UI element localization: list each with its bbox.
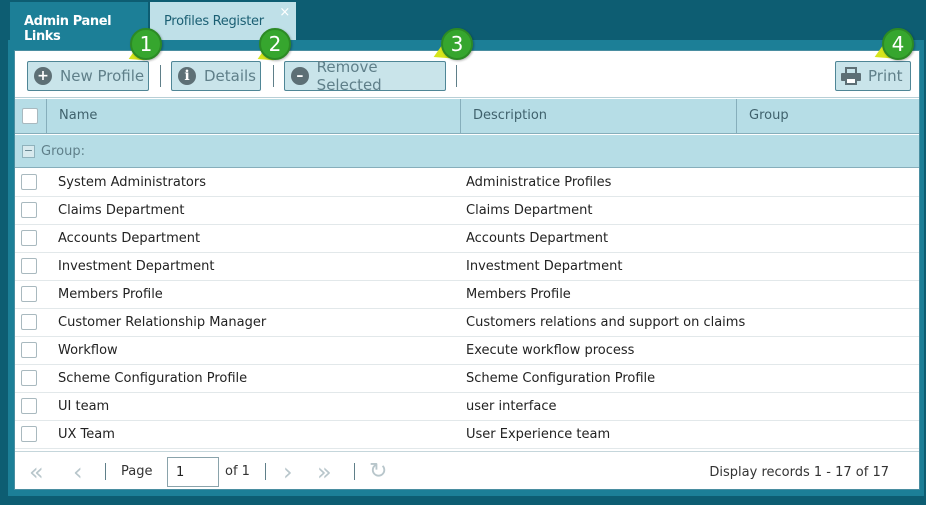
row-checkbox[interactable] <box>21 370 37 386</box>
table-row[interactable]: Scheme Configuration Profile Scheme Confi… <box>15 365 919 393</box>
cell-description: User Experience team <box>466 427 611 442</box>
group-row: − Group: <box>15 135 919 168</box>
close-icon[interactable]: × <box>279 5 290 20</box>
pager: « ‹ Page of 1 › » ↻ Display records 1 - … <box>15 451 919 489</box>
table-row[interactable]: Claims Department Claims Department <box>15 197 919 225</box>
last-page-icon[interactable]: » <box>317 458 332 486</box>
cell-name: Members Profile <box>58 287 163 302</box>
callout-3: 3 <box>430 28 485 72</box>
table-row[interactable]: UX Team User Experience team <box>15 421 919 449</box>
cell-name: UI team <box>58 399 110 414</box>
info-circle-icon: i <box>178 67 196 85</box>
page-label: Page <box>121 464 153 479</box>
table-row[interactable]: Investment Department Investment Departme… <box>15 253 919 281</box>
printer-icon <box>840 66 862 86</box>
cell-name: Claims Department <box>58 203 185 218</box>
column-header-group[interactable]: Group <box>736 99 919 134</box>
table-row[interactable]: UI team user interface <box>15 393 919 421</box>
cell-name: System Administrators <box>58 175 207 190</box>
cell-name: Investment Department <box>58 259 215 274</box>
cell-name: Scheme Configuration Profile <box>58 371 248 386</box>
callout-4: 4 <box>871 28 922 72</box>
table-row[interactable]: System Administrators Administratice Prof… <box>15 169 919 197</box>
prev-page-icon[interactable]: ‹ <box>73 458 83 486</box>
table-row[interactable]: Workflow Execute workflow process <box>15 337 919 365</box>
collapse-icon[interactable]: − <box>22 145 35 158</box>
button-label: Remove Selected <box>316 58 382 94</box>
callout-1: 1 <box>125 28 174 72</box>
cell-description: Customers relations and support on claim… <box>466 315 746 330</box>
pager-divider <box>354 463 355 480</box>
tab-admin-panel-links[interactable]: Admin Panel Links <box>10 2 148 44</box>
callout-number: 4 <box>882 28 914 60</box>
row-checkbox[interactable] <box>21 202 37 218</box>
page-count-label: of 1 <box>225 464 250 479</box>
cell-name: Customer Relationship Manager <box>58 315 267 330</box>
cell-name: Workflow <box>58 343 118 358</box>
select-all-checkbox[interactable] <box>22 108 38 124</box>
table-row[interactable]: Accounts Department Accounts Department <box>15 225 919 253</box>
row-checkbox[interactable] <box>21 258 37 274</box>
page-number-input[interactable] <box>167 457 219 487</box>
remove-selected-button[interactable]: – Remove Selected <box>284 58 446 94</box>
pager-divider <box>105 463 106 480</box>
next-page-icon[interactable]: › <box>283 458 293 486</box>
pager-divider <box>265 463 266 480</box>
refresh-icon[interactable]: ↻ <box>369 459 387 484</box>
button-label: Details <box>204 67 257 85</box>
table-row[interactable]: Members Profile Members Profile <box>15 281 919 309</box>
row-checkbox[interactable] <box>21 398 37 414</box>
cell-name: Accounts Department <box>58 231 201 246</box>
first-page-icon[interactable]: « <box>29 458 44 486</box>
row-checkbox[interactable] <box>21 230 37 246</box>
select-all-cell <box>15 99 46 134</box>
cell-description: Execute workflow process <box>466 343 635 358</box>
cell-name: UX Team <box>58 427 115 442</box>
table-row[interactable]: Customer Relationship Manager Customers r… <box>15 309 919 337</box>
cell-description: Investment Department <box>466 259 623 274</box>
callout-number: 3 <box>441 28 473 60</box>
row-checkbox[interactable] <box>21 286 37 302</box>
cell-description: Administratice Profiles <box>466 175 612 190</box>
table-header: Name Description Group <box>15 99 919 134</box>
row-checkbox[interactable] <box>21 314 37 330</box>
column-header-name[interactable]: Name <box>46 99 460 134</box>
callout-number: 1 <box>130 28 162 60</box>
row-checkbox[interactable] <box>21 426 37 442</box>
cell-description: user interface <box>466 399 557 414</box>
profiles-panel: + New Profile i Details – Remove Selecte… <box>8 40 924 496</box>
callout-number: 2 <box>259 28 291 60</box>
row-checkbox[interactable] <box>21 342 37 358</box>
cell-description: Claims Department <box>466 203 593 218</box>
callout-2: 2 <box>254 28 303 72</box>
cell-description: Scheme Configuration Profile <box>466 371 656 386</box>
details-button[interactable]: i Details <box>171 61 261 91</box>
row-checkbox[interactable] <box>21 174 37 190</box>
tab-label: Profiles Register <box>164 14 264 29</box>
cell-description: Members Profile <box>466 287 571 302</box>
grid: + New Profile i Details – Remove Selecte… <box>14 50 920 490</box>
records-info: Display records 1 - 17 of 17 <box>709 465 889 480</box>
table-body: System Administrators Administratice Prof… <box>15 169 919 449</box>
cell-description: Accounts Department <box>466 231 609 246</box>
column-header-description[interactable]: Description <box>460 99 736 134</box>
plus-circle-icon: + <box>34 67 52 85</box>
group-label: Group: <box>41 144 85 159</box>
